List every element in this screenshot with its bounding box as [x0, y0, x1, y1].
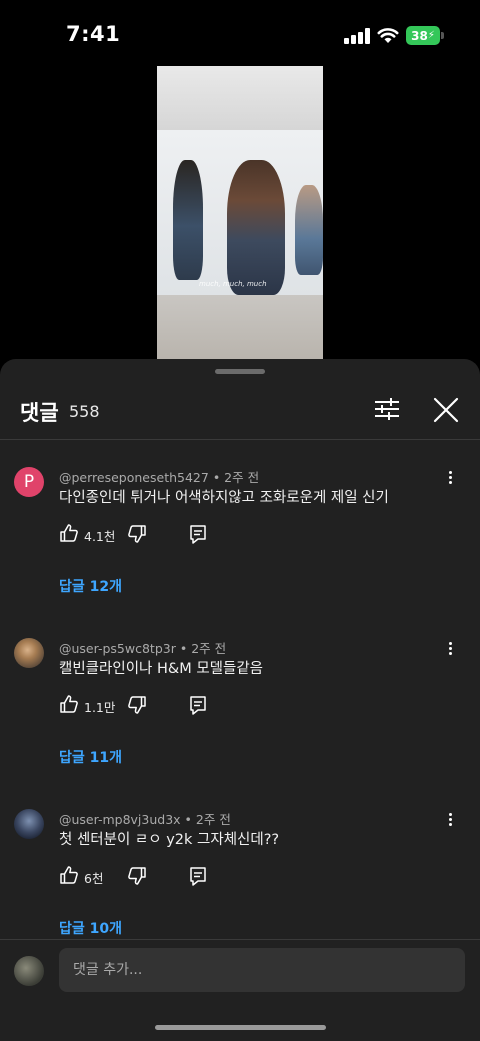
comment-item: P @perreseponeseth5427 • 2주 전 다인종인데 튀거나 … — [0, 467, 480, 637]
comment-text: 다인종인데 튀거나 어색하지않고 조화로운게 제일 신기 — [59, 490, 389, 506]
wifi-icon — [377, 28, 399, 43]
avatar[interactable]: P — [14, 467, 44, 497]
like-count: 6천 — [84, 871, 104, 886]
like-count: 4.1천 — [84, 529, 116, 544]
avatar[interactable] — [14, 638, 44, 668]
dancer-figure — [173, 160, 203, 280]
dancer-figure — [295, 185, 323, 275]
battery-icon: 38 ⚡ — [406, 26, 440, 45]
comment-text: 첫 센터분이 ㄹㅇ y2k 그자체신데?? — [59, 832, 280, 848]
comment-actions: 1.1만 — [59, 694, 259, 716]
comment-input[interactable] — [59, 948, 465, 992]
dancer-figure — [227, 160, 285, 295]
dislike-icon[interactable] — [127, 695, 147, 715]
like-count: 1.1만 — [84, 700, 116, 715]
comment-time: 2주 전 — [224, 470, 260, 485]
comment-actions: 6천 — [59, 865, 259, 887]
comment-meta: @user-mp8vj3ud3x • 2주 전 — [59, 812, 231, 827]
like-icon[interactable] — [59, 694, 79, 714]
video-caption: much, much, much — [199, 280, 267, 288]
view-replies-link[interactable]: 답글 12개 — [59, 576, 122, 596]
more-options-icon[interactable] — [444, 811, 456, 829]
comment-meta: @user-ps5wc8tp3r • 2주 전 — [59, 641, 227, 656]
status-bar: 7:41 38 ⚡ — [0, 0, 480, 70]
sheet-grabber[interactable] — [215, 369, 265, 374]
comment-item: @user-ps5wc8tp3r • 2주 전 캘빈클라인이나 H&M 모델들같… — [0, 638, 480, 808]
comment-time: 2주 전 — [195, 812, 231, 827]
like-icon[interactable] — [59, 523, 79, 543]
comment-author[interactable]: @perreseponeseth5427 — [59, 470, 209, 485]
comment-author[interactable]: @user-ps5wc8tp3r — [59, 641, 176, 656]
cellular-signal-icon — [344, 28, 370, 44]
video-blur-bottom — [157, 295, 323, 359]
comments-sheet: 댓글 558 P @perreseponeseth5427 • 2주 전 다인종… — [0, 359, 480, 1041]
comment-input-box[interactable] — [59, 948, 465, 992]
reply-icon[interactable] — [189, 695, 207, 715]
dislike-icon[interactable] — [127, 524, 147, 544]
reply-icon[interactable] — [189, 524, 207, 544]
comment-count: 558 — [69, 402, 100, 421]
battery-level: 38 — [411, 28, 428, 43]
comment-meta: @perreseponeseth5427 • 2주 전 — [59, 470, 260, 485]
avatar — [14, 956, 44, 986]
reply-icon[interactable] — [189, 866, 207, 886]
more-options-icon[interactable] — [444, 640, 456, 658]
video-blur-top — [157, 66, 323, 130]
sort-filter-icon[interactable] — [374, 397, 400, 421]
status-time: 7:41 — [66, 22, 121, 46]
view-replies-link[interactable]: 답글 10개 — [59, 918, 122, 938]
comment-time: 2주 전 — [191, 641, 227, 656]
input-divider — [0, 939, 480, 940]
comment-author[interactable]: @user-mp8vj3ud3x — [59, 812, 181, 827]
header-divider — [0, 439, 480, 440]
close-icon[interactable] — [433, 397, 459, 423]
dislike-icon[interactable] — [127, 866, 147, 886]
sheet-title: 댓글 — [20, 401, 59, 425]
home-indicator[interactable] — [155, 1025, 326, 1030]
video-frame: much, much, much — [157, 130, 323, 295]
like-icon[interactable] — [59, 865, 79, 885]
comment-actions: 4.1천 — [59, 523, 259, 545]
avatar[interactable] — [14, 809, 44, 839]
video-player[interactable]: much, much, much — [157, 66, 323, 359]
battery-cap — [441, 32, 444, 39]
comment-text: 캘빈클라인이나 H&M 모델들같음 — [59, 661, 264, 677]
view-replies-link[interactable]: 답글 11개 — [59, 747, 122, 767]
more-options-icon[interactable] — [444, 469, 456, 487]
